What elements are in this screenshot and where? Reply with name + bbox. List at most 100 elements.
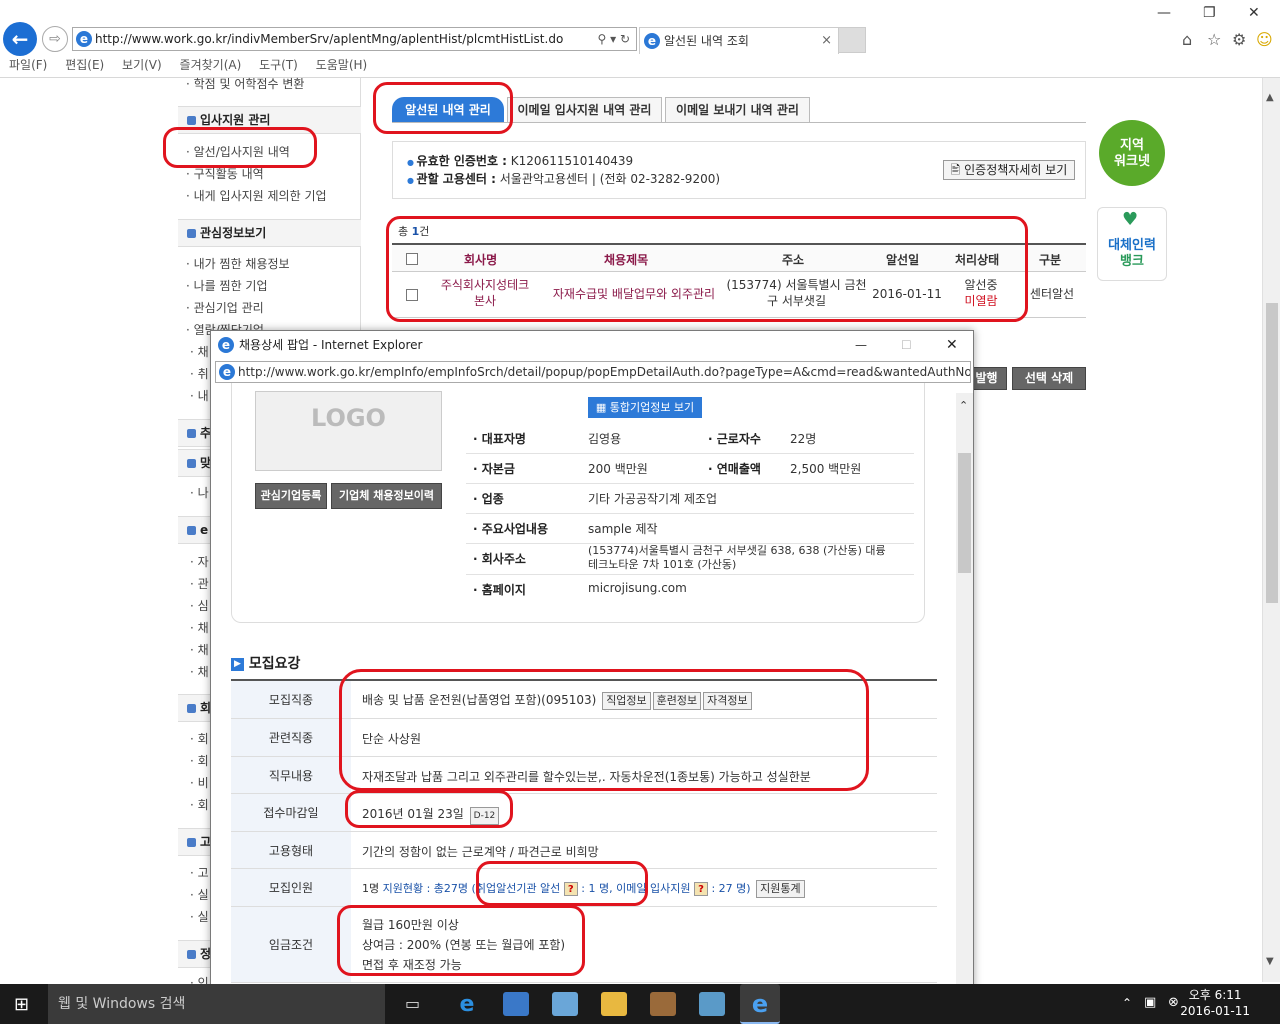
tab-email-send-manage[interactable]: 이메일 보내기 내역 관리 xyxy=(665,97,810,123)
taskbar-search[interactable]: 웹 및 Windows 검색 xyxy=(48,984,385,1024)
nav-item-score-convert[interactable]: 학점 및 어학점수 변환 xyxy=(186,75,305,92)
nav-section-application[interactable]: 입사지원 관리 xyxy=(178,106,361,134)
substitute-workforce-banner[interactable]: ♥ 대체인력 뱅크 xyxy=(1097,207,1167,281)
app-icon[interactable] xyxy=(503,992,529,1016)
nav-item-saved-jobs[interactable]: 내가 찜한 채용정보 xyxy=(186,255,290,272)
menu-file[interactable]: 파일(F) xyxy=(9,55,47,75)
scroll-down-icon[interactable]: ▼ xyxy=(1266,956,1274,967)
popup-maximize-icon[interactable]: ☐ xyxy=(901,331,912,359)
company-history-button[interactable]: 기업체 채용정보이력 xyxy=(331,483,442,509)
taskbar-clock[interactable]: 오후 6:11 2016-01-11 xyxy=(1180,987,1250,1019)
menu-help[interactable]: 도움말(H) xyxy=(316,55,368,75)
row-title[interactable]: 자재수급및 배달업무와 외주관리 xyxy=(544,286,724,302)
tray-chevron-icon[interactable]: ⌃ xyxy=(1122,996,1132,1010)
scroll-thumb[interactable] xyxy=(1266,303,1278,603)
favorites-star-icon[interactable]: ☆ xyxy=(1207,30,1221,49)
nav-partial-3[interactable]: 내 xyxy=(190,387,209,404)
th-type: 구분 xyxy=(1039,253,1062,267)
ie-taskbar-icon[interactable]: e xyxy=(740,984,780,1024)
nav-partial-2[interactable]: 취 xyxy=(190,365,209,382)
select-all-checkbox[interactable] xyxy=(406,253,418,265)
popup-close-icon[interactable]: ✕ xyxy=(946,331,958,359)
tab-email-apply-manage[interactable]: 이메일 입사지원 내역 관리 xyxy=(507,97,662,123)
nav-section-interest[interactable]: 관심정보보기 xyxy=(178,219,361,247)
row-checkbox[interactable] xyxy=(406,289,418,301)
row-address-2: 구 서부샛길 xyxy=(766,294,826,308)
rq-row-employ: 고용형태 기간의 정함이 없는 근로계약 / 파견근로 비희망 xyxy=(231,832,937,869)
local-worknet-banner[interactable]: 지역 워크넷 xyxy=(1097,100,1167,186)
menu-edit[interactable]: 편집(E) xyxy=(65,55,104,75)
tab-current[interactable]: e 알선된 내역 조회 × xyxy=(639,27,839,54)
network-icon[interactable]: ⊗ xyxy=(1168,995,1179,1010)
nav-partial-12[interactable]: 회 xyxy=(190,752,209,769)
home-icon[interactable]: ⌂ xyxy=(1182,30,1192,49)
policy-detail-label: 인증정책자세히 보기 xyxy=(964,163,1068,177)
popup-scrollbar[interactable]: ⌃ xyxy=(956,393,973,1023)
info-homepage-value[interactable]: microjisung.com xyxy=(588,581,687,595)
corp-info-button[interactable]: ▦ 통합기업정보 보기 xyxy=(588,397,702,418)
nav-partial-6[interactable]: 관 xyxy=(190,575,209,592)
new-tab-button[interactable] xyxy=(838,27,866,53)
menu-tools[interactable]: 도구(T) xyxy=(259,55,298,75)
nav-partial-14[interactable]: 회 xyxy=(190,796,209,813)
rq-count-status[interactable]: 지원현황 : 총27명 xyxy=(383,882,468,895)
nav-partial-7[interactable]: 심 xyxy=(190,597,209,614)
popup-address-bar[interactable]: e http://www.work.go.kr/empInfo/empInfoS… xyxy=(215,361,971,383)
nav-partial-1[interactable]: 채 xyxy=(190,343,209,360)
back-button[interactable]: ← xyxy=(3,22,37,56)
nav-item-saved-by[interactable]: 나를 찜한 기업 xyxy=(186,277,268,294)
nav-partial-5[interactable]: 자 xyxy=(190,553,209,570)
nav-partial-16[interactable]: 실 xyxy=(190,886,209,903)
nav-item-company-manage[interactable]: 관심기업 관리 xyxy=(186,299,264,316)
close-tab-icon[interactable]: × xyxy=(821,28,832,54)
apply-stats-button[interactable]: 지원통계 xyxy=(756,880,805,898)
scroll-up-icon[interactable]: ▲ xyxy=(1266,92,1274,103)
policy-detail-button[interactable]: 🖹 인증정책자세히 보기 xyxy=(943,160,1075,180)
nav-partial-9[interactable]: 채 xyxy=(190,641,209,658)
edge-icon[interactable]: e xyxy=(454,992,480,1017)
paint-icon[interactable] xyxy=(650,992,676,1016)
info-business-value: sample 제작 xyxy=(588,522,658,536)
training-info-button[interactable]: 훈련정보 xyxy=(652,692,702,710)
nav-partial-4[interactable]: 나 xyxy=(190,484,209,501)
popup-scroll-thumb[interactable] xyxy=(958,453,971,573)
nav-partial-11[interactable]: 회 xyxy=(190,730,209,747)
agency-help-icon[interactable]: ? xyxy=(563,882,578,896)
minimize-icon[interactable]: — xyxy=(1157,5,1171,21)
nav-item-referral-history[interactable]: 알선/입사지원 내역 xyxy=(186,143,290,160)
forward-button[interactable]: ⇨ xyxy=(42,26,68,52)
close-window-icon[interactable]: ✕ xyxy=(1248,5,1260,21)
nav-item-job-activity[interactable]: 구직활동 내역 xyxy=(186,165,264,182)
settings-gear-icon[interactable]: ⚙ xyxy=(1232,30,1246,49)
popup-minimize-icon[interactable]: — xyxy=(855,331,867,359)
cert-row: 유효한 인증번호 : K120611510140439 xyxy=(407,152,634,169)
nav-partial-10[interactable]: 채 xyxy=(190,663,209,680)
corp-info-label: 통합기업정보 보기 xyxy=(609,401,695,414)
nav-partial-17[interactable]: 실 xyxy=(190,908,209,925)
menu-view[interactable]: 보기(V) xyxy=(122,55,162,75)
popup-scroll-up-icon[interactable]: ⌃ xyxy=(959,399,968,412)
nav-partial-13[interactable]: 비 xyxy=(190,774,209,791)
nav-item-offers[interactable]: 내게 입사지원 제의한 기업 xyxy=(186,187,327,204)
windows-start-icon[interactable]: ⊞ xyxy=(14,994,29,1015)
license-info-button[interactable]: 자격정보 xyxy=(703,692,752,710)
row-company[interactable]: 주식회사지성테크 본사 xyxy=(432,277,538,309)
smiley-feedback-icon[interactable]: ☺ xyxy=(1256,30,1273,49)
app-icon[interactable] xyxy=(699,992,725,1016)
address-bar[interactable]: e http://www.work.go.kr/indivMemberSrv/a… xyxy=(72,27,637,51)
delete-selected-button[interactable]: 선택 삭제 xyxy=(1012,367,1086,390)
app-icon[interactable] xyxy=(552,992,578,1016)
notification-icon[interactable]: ▣ xyxy=(1144,995,1156,1010)
file-explorer-icon[interactable] xyxy=(601,992,627,1016)
page-scrollbar[interactable]: ▲ ▼ xyxy=(1262,78,1280,982)
nav-partial-8[interactable]: 채 xyxy=(190,619,209,636)
job-info-button[interactable]: 직업정보 xyxy=(602,692,651,710)
task-view-icon[interactable]: ▭ xyxy=(405,994,420,1013)
interest-company-button[interactable]: 관심기업등록 xyxy=(255,483,327,509)
nav-partial-15[interactable]: 고 xyxy=(190,864,209,881)
restore-icon[interactable]: ❐ xyxy=(1203,5,1216,21)
email-help-icon[interactable]: ? xyxy=(693,882,708,896)
search-refresh-icons[interactable]: ⚲ ▾ ↻ xyxy=(598,28,631,50)
menu-favorites[interactable]: 즐겨찾기(A) xyxy=(180,55,242,75)
tab-referral-manage[interactable]: 알선된 내역 관리 xyxy=(392,97,504,123)
